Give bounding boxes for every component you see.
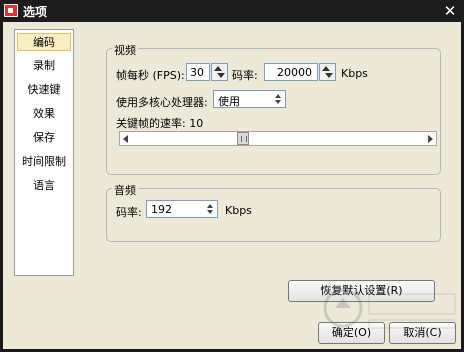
multicore-spinner-icon[interactable] bbox=[272, 92, 284, 106]
sidebar-item-encoding[interactable]: 编码 bbox=[17, 33, 71, 51]
sidebar-item-recording[interactable]: 录制 bbox=[17, 57, 71, 75]
audio-group-title: 音频 bbox=[112, 182, 138, 198]
audio-bitrate-label: 码率: bbox=[116, 206, 142, 219]
dialog-client: 编码 录制 快速键 效果 保存 时间限制 语言 视频 帧每秒 (FPS): 30… bbox=[3, 22, 461, 349]
watermark-logo-icon bbox=[323, 288, 456, 329]
app-icon bbox=[4, 4, 18, 17]
sidebar-item-hotkeys[interactable]: 快速键 bbox=[17, 81, 71, 99]
close-button[interactable]: ✕ bbox=[440, 3, 460, 19]
fps-label: 帧每秒 (FPS): bbox=[116, 69, 185, 82]
audio-bitrate-unit: Kbps bbox=[225, 204, 252, 217]
sidebar-item-effects[interactable]: 效果 bbox=[17, 105, 71, 123]
video-group-title: 视频 bbox=[112, 42, 138, 58]
audio-bitrate-spinner-icon[interactable] bbox=[204, 202, 216, 216]
multicore-label: 使用多核心处理器: bbox=[116, 96, 208, 109]
title-bar: 选项 ✕ bbox=[0, 0, 464, 22]
window-title: 选项 bbox=[23, 5, 48, 19]
category-list: 编码 录制 快速键 效果 保存 时间限制 语言 bbox=[14, 29, 74, 276]
slider-thumb[interactable] bbox=[237, 132, 249, 145]
sidebar-item-save[interactable]: 保存 bbox=[17, 129, 71, 147]
video-bitrate-unit: Kbps bbox=[341, 67, 368, 80]
multicore-select[interactable]: 使用 bbox=[213, 90, 286, 108]
sidebar-item-language[interactable]: 语言 bbox=[17, 177, 71, 195]
fps-spin-icon[interactable] bbox=[211, 63, 228, 81]
slider-left-arrow-icon[interactable] bbox=[123, 135, 128, 143]
sidebar-item-time-limit[interactable]: 时间限制 bbox=[17, 153, 71, 171]
video-bitrate-input[interactable]: 20000 bbox=[264, 63, 318, 81]
video-bitrate-spin-icon[interactable] bbox=[319, 63, 336, 81]
video-bitrate-label: 码率: bbox=[232, 69, 258, 82]
keyframe-rate-label: 关键帧的速率: 10 bbox=[116, 117, 204, 130]
audio-bitrate-select[interactable]: 192 bbox=[146, 200, 218, 218]
keyframe-slider[interactable] bbox=[119, 131, 437, 146]
slider-right-arrow-icon[interactable] bbox=[428, 135, 433, 143]
fps-input[interactable]: 30 bbox=[186, 63, 210, 81]
